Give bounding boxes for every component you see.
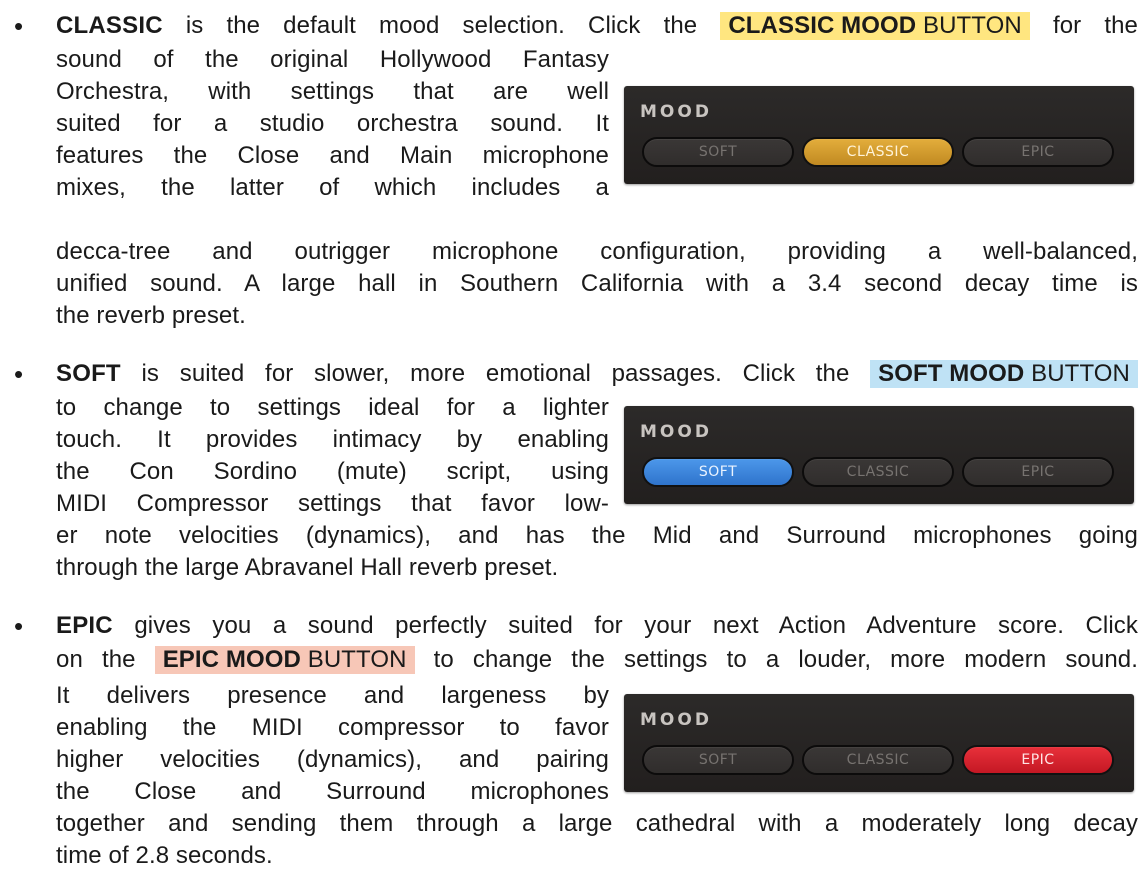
soft-text-line: touch. It provides intimacy by enabling [56, 426, 609, 453]
bullet: • [14, 359, 24, 389]
classic-text-line: unified sound. A large hall in Southern … [56, 270, 1138, 297]
classic-mood-button[interactable]: CLASSIC [802, 137, 954, 167]
epic-text-line: the Close and Surround microphones [56, 778, 609, 805]
epic-text-line: enabling the MIDI compressor to favor [56, 714, 609, 741]
epic-mood-button-reference: EPIC MOOD BUTTON [154, 646, 415, 674]
classic-mood-button-reference: CLASSIC MOOD BUTTON [720, 12, 1030, 40]
epic-text-line: higher velocities (dynamics), and pairin… [56, 746, 609, 773]
epic-keyword: EPIC [56, 612, 113, 639]
classic-line-1: CLASSIC is the default mood selection. C… [56, 12, 1138, 40]
mood-panel-soft: MOOD SOFT CLASSIC EPIC [624, 406, 1134, 504]
classic-keyword: CLASSIC [56, 12, 163, 39]
classic-text-line: decca-tree and outrigger microphone conf… [56, 238, 1138, 265]
epic-text-line: together and sending them through a larg… [56, 810, 1138, 837]
epic-mood-button[interactable]: EPIC [962, 457, 1114, 487]
classic-text-line: features the Close and Main microphone [56, 142, 609, 169]
soft-text-line: the Con Sordino (mute) script, using [56, 458, 609, 485]
mood-title: MOOD [640, 710, 712, 730]
soft-mood-button[interactable]: SOFT [642, 137, 794, 167]
classic-text-line: suited for a studio orchestra sound. It [56, 110, 609, 137]
classic-text-line: the reverb preset. [56, 302, 246, 329]
mood-title: MOOD [640, 422, 712, 442]
soft-keyword: SOFT [56, 360, 121, 387]
soft-text-line: MIDI Compressor settings that favor low- [56, 490, 609, 517]
epic-line-1: EPIC gives you a sound perfectly suited … [56, 612, 1138, 639]
soft-text-line: to change to settings ideal for a lighte… [56, 394, 609, 421]
classic-mood-button[interactable]: CLASSIC [802, 745, 954, 775]
soft-mood-button[interactable]: SOFT [642, 745, 794, 775]
soft-text-line: er note velocities (dynamics), and has t… [56, 522, 1138, 549]
epic-text-line: time of 2.8 seconds. [56, 842, 273, 869]
soft-mood-button-reference: SOFT MOOD BUTTON [870, 360, 1138, 388]
classic-text-line: Orchestra, with settings that are well [56, 78, 609, 105]
mood-panel-classic: MOOD SOFT CLASSIC EPIC [624, 86, 1134, 184]
bullet: • [14, 611, 24, 641]
epic-mood-button[interactable]: EPIC [962, 745, 1114, 775]
bullet: • [14, 11, 24, 41]
epic-text-line: It delivers presence and largeness by [56, 682, 609, 709]
classic-mood-button[interactable]: CLASSIC [802, 457, 954, 487]
classic-text-line: sound of the original Hollywood Fantasy [56, 46, 609, 73]
soft-mood-button[interactable]: SOFT [642, 457, 794, 487]
mood-title: MOOD [640, 102, 712, 122]
soft-line-1: SOFT is suited for slower, more emotiona… [56, 358, 1138, 390]
mood-panel-epic: MOOD SOFT CLASSIC EPIC [624, 694, 1134, 792]
epic-line-2: on the EPIC MOOD BUTTON to change the se… [56, 646, 1138, 674]
classic-text-line: mixes, the latter of which includes a [56, 174, 609, 201]
soft-text-line: through the large Abravanel Hall reverb … [56, 554, 559, 581]
epic-mood-button[interactable]: EPIC [962, 137, 1114, 167]
